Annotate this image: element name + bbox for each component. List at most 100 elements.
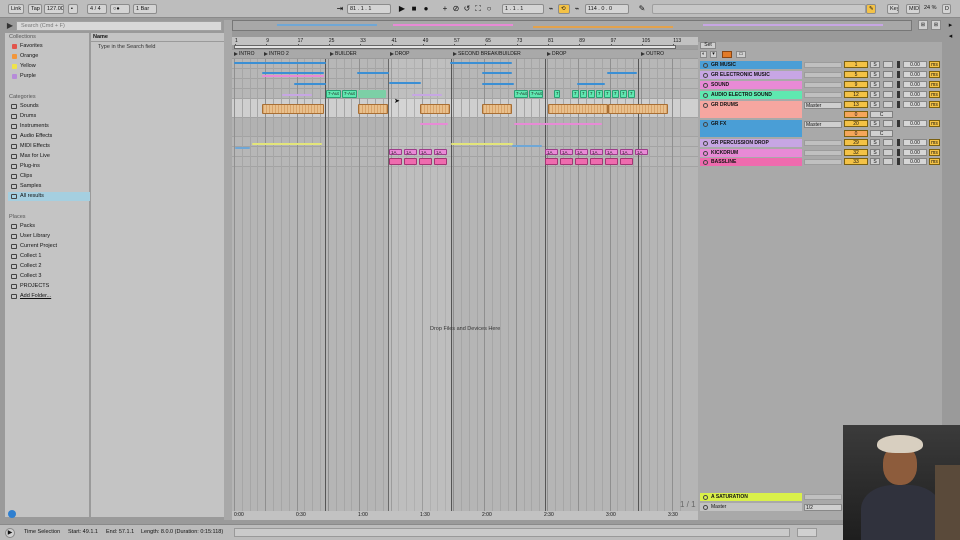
track-activator-icon[interactable]: [703, 73, 708, 78]
midi-clip-bar[interactable]: [234, 62, 326, 64]
kick-clip[interactable]: [590, 158, 603, 165]
master-output-select[interactable]: 1/2: [804, 504, 842, 511]
audio-clip[interactable]: [358, 104, 388, 114]
midi-clip-bar[interactable]: [389, 82, 421, 84]
track-route-slot[interactable]: [804, 159, 842, 165]
track-number[interactable]: 12: [844, 91, 868, 98]
track-delay-unit[interactable]: ms: [929, 101, 940, 108]
record-arm-icon[interactable]: [722, 51, 732, 58]
locator-marker[interactable]: DROP: [389, 50, 409, 58]
track-number[interactable]: 9: [844, 81, 868, 88]
capture-icon[interactable]: ⛶: [473, 4, 483, 14]
midi-clip-bar[interactable]: [577, 83, 605, 85]
quantize-select[interactable]: 1 Bar: [133, 4, 157, 14]
view-toggle-icon[interactable]: ⊞: [918, 20, 928, 30]
percussion-clip[interactable]: 1A: [635, 149, 648, 155]
track-route-slot[interactable]: [804, 72, 842, 78]
midi-clip-bar[interactable]: [607, 72, 637, 74]
mixer-track-2[interactable]: GR ELECTRONIC MUSIC: [700, 71, 802, 79]
stop-icon[interactable]: ■: [409, 4, 419, 14]
percussion-clip[interactable]: 1A: [545, 149, 558, 155]
track-number[interactable]: 32: [844, 149, 868, 156]
automation-clip-ghost[interactable]: [358, 90, 386, 98]
track-number[interactable]: 29: [844, 139, 868, 146]
track-activator-icon[interactable]: [703, 83, 708, 88]
midi-clip-bar[interactable]: [294, 83, 326, 85]
automation-clip[interactable]: 7: [572, 90, 579, 98]
detail-view-toggle-icon[interactable]: ◂: [946, 32, 955, 41]
arm-button[interactable]: [883, 81, 893, 88]
mixer-track-5[interactable]: GR DRUMS: [700, 101, 802, 118]
fold-tracks-icon[interactable]: ◐: [700, 51, 707, 58]
track-output-select[interactable]: Master: [804, 102, 842, 109]
midi-clip-bar[interactable]: [357, 72, 389, 74]
automation-arm-icon[interactable]: ⊘: [451, 4, 461, 14]
arm-button[interactable]: [883, 71, 893, 78]
browser-toggle-icon[interactable]: ▶: [4, 20, 16, 32]
category-sounds[interactable]: Sounds: [8, 102, 90, 111]
automation-clip[interactable]: 7: [612, 90, 619, 98]
kick-clip[interactable]: [389, 158, 402, 165]
locator-marker[interactable]: SECOND BREAK/BUILDER: [452, 50, 521, 58]
view-toggle-2-icon[interactable]: ⊞: [931, 20, 941, 30]
percussion-clip[interactable]: 1A: [419, 149, 432, 155]
track-route-slot[interactable]: [804, 150, 842, 156]
kick-clip[interactable]: [560, 158, 573, 165]
place-collect-3[interactable]: Collect 3: [8, 272, 90, 281]
volume-field[interactable]: 0.00: [903, 158, 927, 165]
percussion-clip[interactable]: 1A: [590, 149, 603, 155]
solo-button[interactable]: S: [870, 139, 880, 146]
category-clips[interactable]: Clips: [8, 172, 90, 181]
solo-button[interactable]: S: [870, 91, 880, 98]
track-extra-value[interactable]: 0: [844, 130, 868, 137]
metronome-toggle[interactable]: ○●: [110, 4, 130, 14]
track-delay-unit[interactable]: ms: [929, 120, 940, 127]
time-signature[interactable]: 4 / 4: [87, 4, 107, 14]
automation-clip[interactable]: 7: [588, 90, 595, 98]
arrangement-overview[interactable]: [232, 20, 912, 31]
category-max-for-live[interactable]: Max for Live: [8, 152, 90, 161]
track-activator-icon[interactable]: [703, 505, 708, 510]
automation-clip[interactable]: 7-Aut: [514, 90, 528, 98]
status-scrollbar[interactable]: [234, 528, 790, 537]
midi-clip-bar[interactable]: [482, 72, 512, 74]
play-icon[interactable]: ▶: [397, 4, 407, 14]
automation-clip[interactable]: 7: [554, 90, 560, 98]
collection-orange[interactable]: Orange: [8, 52, 90, 61]
track-extra-value[interactable]: 0: [844, 111, 868, 118]
add-folder-link[interactable]: Add Folder...: [8, 292, 90, 301]
midi-clip-bar[interactable]: [542, 123, 602, 125]
mixer-track-9[interactable]: BASSLINE: [700, 158, 802, 166]
place-collect-2[interactable]: Collect 2: [8, 262, 90, 271]
track-number[interactable]: 5: [844, 71, 868, 78]
track-delay-unit[interactable]: ms: [929, 91, 940, 98]
key-map-button[interactable]: Key: [887, 4, 899, 14]
volume-field[interactable]: 0.00: [903, 91, 927, 98]
percussion-clip[interactable]: 1A: [389, 149, 402, 155]
midi-clip-bar[interactable]: [262, 72, 324, 74]
automation-clip[interactable]: 7-Aut: [326, 90, 341, 98]
browser-search-input[interactable]: Search (Cmd + F): [16, 21, 222, 31]
clip-view-toggle-icon[interactable]: ▸: [946, 21, 955, 30]
category-midi-effects[interactable]: MIDI Effects: [8, 142, 90, 151]
status-button-icon[interactable]: [797, 528, 817, 537]
track-lane[interactable]: [232, 59, 698, 69]
solo-button[interactable]: S: [870, 158, 880, 165]
automation-clip[interactable]: 7: [620, 90, 627, 98]
arrow-icon[interactable]: ▾: [710, 51, 717, 58]
track-activator-icon[interactable]: [703, 495, 708, 500]
percussion-clip[interactable]: 1A: [575, 149, 588, 155]
place-projects[interactable]: PROJECTS: [8, 282, 90, 291]
midi-clip-bar[interactable]: [412, 94, 442, 96]
arm-button[interactable]: [883, 158, 893, 165]
track-delay-unit[interactable]: ms: [929, 149, 940, 156]
song-position-field[interactable]: 81 . 1 . 1: [347, 4, 391, 14]
arm-button[interactable]: [883, 149, 893, 156]
status-toggle-icon[interactable]: ▶: [5, 528, 15, 538]
browser-splitter[interactable]: [224, 20, 232, 520]
tempo-field[interactable]: 127.00: [44, 4, 64, 14]
return-route-slot[interactable]: [804, 494, 842, 500]
track-lane[interactable]: [232, 137, 698, 147]
category-audio-effects[interactable]: Audio Effects: [8, 132, 90, 141]
kick-clip[interactable]: [404, 158, 417, 165]
